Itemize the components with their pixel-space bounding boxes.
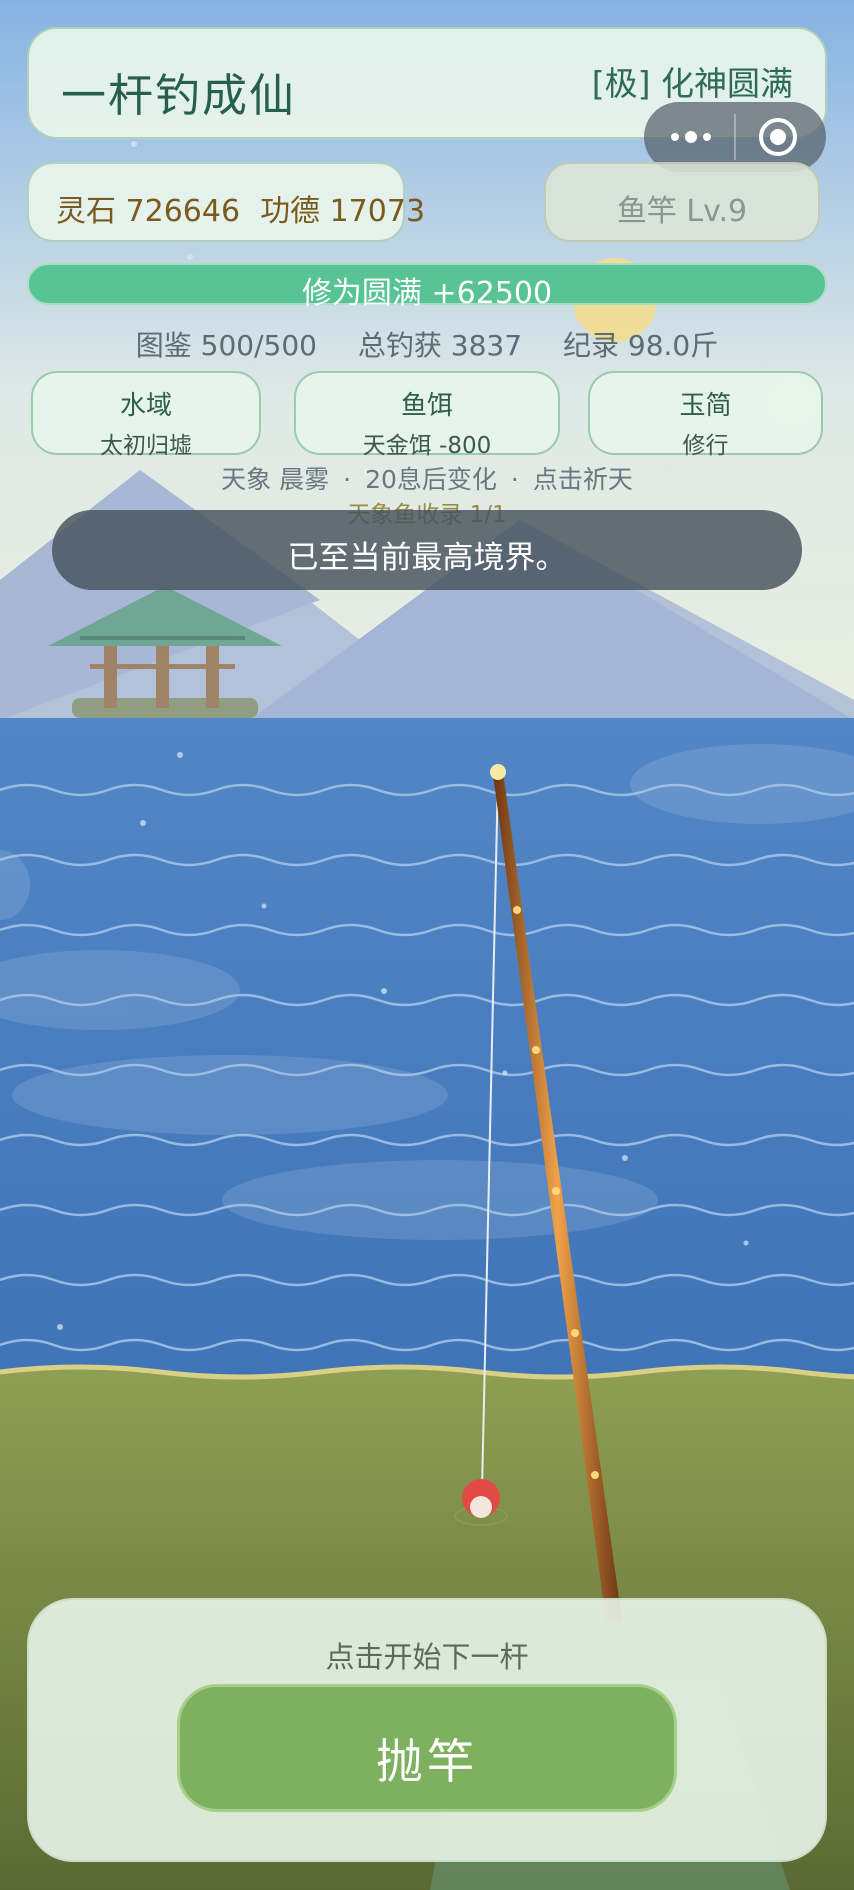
cast-button[interactable]: 抛竿 [177, 1684, 677, 1812]
toast-message: 已至当前最高境界。 [52, 510, 802, 590]
rod-upgrade-button[interactable]: 鱼竿 Lv.9 [544, 162, 820, 242]
bait-title: 鱼饵 [400, 391, 453, 421]
cultivation-progress-bar[interactable]: 修为圆满 +62500 [27, 263, 827, 311]
weather-line[interactable]: 天象 晨雾 · 20息后变化 · 点击祈天 [0, 460, 854, 496]
stat-record: 纪录 98.0斤 [562, 329, 719, 362]
pray-link[interactable]: 点击祈天 [533, 465, 633, 494]
bait-value: 天金饵 -800 [362, 433, 492, 459]
weather-condition: 天象 晨雾 [221, 465, 330, 494]
merit: 功德 17073 [260, 194, 426, 229]
spirit-stones: 灵石 726646 [56, 194, 241, 229]
water-area-title: 水域 [119, 391, 172, 421]
realm-label: [极] 化神圆满 [591, 64, 793, 103]
cast-panel: 点击开始下一杆 抛竿 [27, 1598, 827, 1862]
jade-slip-value: 修行 [682, 433, 729, 459]
bait-button[interactable]: 鱼饵 天金饵 -800 [294, 371, 560, 459]
cast-hint: 点击开始下一杆 [325, 1640, 529, 1674]
jade-slip-button[interactable]: 玉简 修行 [588, 371, 823, 459]
toast-text: 已至当前最高境界。 [287, 540, 567, 576]
cultivation-label: 修为圆满 +62500 [301, 276, 553, 311]
game-title: 一杆钓成仙 [61, 69, 297, 122]
water-area-value: 太初归墟 [100, 433, 192, 459]
jade-slip-title: 玉简 [679, 391, 732, 421]
rod-level-label: 鱼竿 Lv.9 [616, 194, 748, 229]
stat-collection: 图鉴 500/500 [135, 329, 317, 362]
more-dots-icon[interactable] [666, 122, 716, 152]
weather-countdown: 20息后变化 [365, 465, 497, 494]
stat-total-catch: 总钓获 3837 [357, 329, 523, 362]
water-area-button[interactable]: 水域 太初归墟 [31, 371, 261, 459]
resources-panel: 灵石 726646 功德 17073 [27, 162, 425, 242]
stats-row: 图鉴 500/500 总钓获 3837 纪录 98.0斤 [0, 324, 854, 364]
capsule-divider [734, 114, 736, 160]
target-circle-icon[interactable] [758, 117, 798, 157]
cast-button-label: 抛竿 [376, 1735, 478, 1790]
